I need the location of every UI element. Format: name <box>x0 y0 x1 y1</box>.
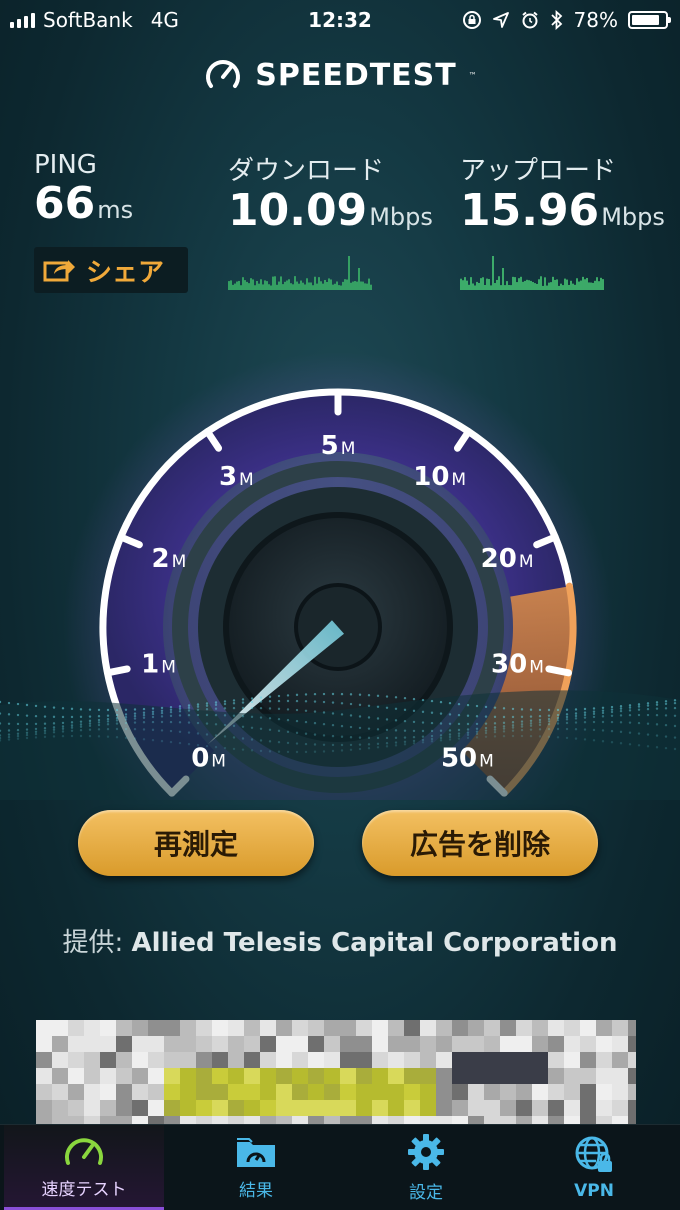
download-value: 10.09 <box>228 185 368 236</box>
gear-icon <box>408 1134 444 1170</box>
tab-vpn[interactable]: VPN <box>514 1125 674 1210</box>
orientation-lock-icon <box>462 11 481 29</box>
upload-label: アップロード <box>460 156 617 186</box>
tab-label-results: 結果 <box>239 1181 273 1201</box>
provider-prefix: 提供: <box>62 928 124 958</box>
upload-value-row: 15.96Mbps <box>460 185 665 236</box>
tab-label-speed-test: 速度テスト <box>41 1179 127 1200</box>
battery-percent: 78% <box>573 8 618 32</box>
app-logo: SPEEDTEST ™ <box>0 55 680 95</box>
ping-value: 66 <box>34 178 96 229</box>
results-folder-icon <box>237 1138 275 1167</box>
share-label: シェア <box>86 257 165 288</box>
tab-speed-test[interactable]: 速度テスト <box>4 1125 164 1210</box>
upload-graph <box>460 256 604 290</box>
alarm-icon <box>521 11 538 29</box>
upload-value: 15.96 <box>460 185 600 236</box>
status-right: 78% <box>462 8 671 32</box>
ping-label: PING <box>34 150 97 180</box>
speedtest-logo-icon <box>206 60 241 88</box>
speedometer-icon <box>65 1137 103 1165</box>
tab-results[interactable]: 結果 <box>176 1125 336 1210</box>
trademark: ™ <box>468 70 477 80</box>
download-unit: Mbps <box>369 203 433 231</box>
tab-bar: 速度テスト 結果 設定 VPN <box>0 1124 680 1210</box>
ping-value-row: 66ms <box>34 178 134 229</box>
retest-button[interactable]: 再測定 <box>78 810 314 876</box>
remove-ads-button[interactable]: 広告を削除 <box>362 810 598 876</box>
download-value-row: 10.09Mbps <box>228 185 433 236</box>
bluetooth-icon <box>550 10 562 30</box>
download-graph <box>228 256 372 290</box>
share-icon <box>43 260 75 282</box>
ad-banner[interactable] <box>36 1020 636 1132</box>
gauge-tick <box>104 665 131 677</box>
vpn-globe-icon <box>575 1136 612 1172</box>
share-button[interactable]: シェア <box>34 247 188 293</box>
tab-label-settings: 設定 <box>409 1183 443 1203</box>
download-label: ダウンロード <box>228 156 385 186</box>
app-title: SPEEDTEST <box>255 57 457 93</box>
tab-label-vpn: VPN <box>574 1180 614 1201</box>
upload-result: アップロード 15.96Mbps <box>460 150 665 235</box>
ping-result: PING 66ms <box>34 150 133 228</box>
tab-settings[interactable]: 設定 <box>346 1125 506 1210</box>
battery-icon <box>628 11 671 29</box>
upload-unit: Mbps <box>601 203 665 231</box>
gauge-tick <box>545 665 572 677</box>
ping-unit: ms <box>97 196 134 224</box>
location-icon <box>492 12 509 28</box>
provider-name: Allied Telesis Capital Corporation <box>131 928 618 958</box>
status-bar: SoftBank 4G 12:32 78% <box>0 0 680 40</box>
provider-line: 提供: Allied Telesis Capital Corporation <box>0 922 680 959</box>
speed-gauge: 0 M1 M2 M3 M5 M10 M20 M30 M50 M <box>0 352 680 800</box>
download-result: ダウンロード 10.09Mbps <box>228 150 433 235</box>
